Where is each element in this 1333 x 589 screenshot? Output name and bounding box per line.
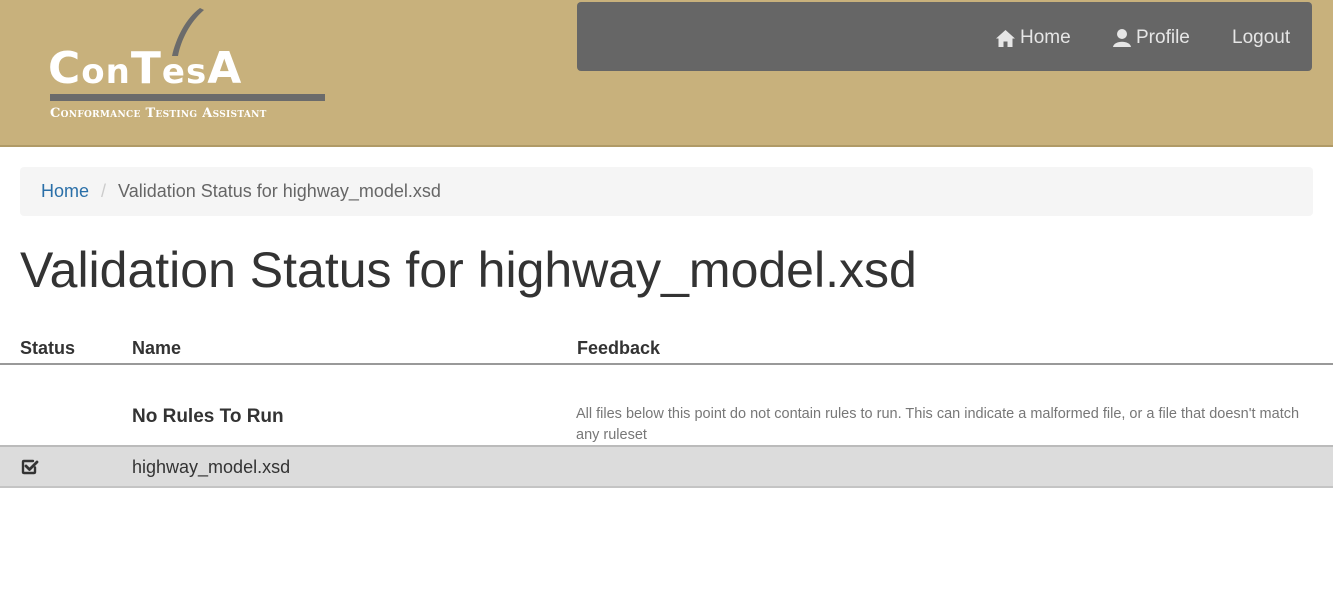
file-name[interactable]: highway_model.xsd: [132, 457, 290, 478]
page-title: Validation Status for highway_model.xsd: [20, 242, 917, 298]
column-header-status: Status: [20, 338, 76, 358]
breadcrumb: Home / Validation Status for highway_mod…: [20, 167, 1313, 216]
breadcrumb-home-link[interactable]: Home: [41, 181, 89, 202]
home-icon: [996, 29, 1015, 47]
nav-home-link[interactable]: Home: [995, 26, 1071, 50]
breadcrumb-separator: /: [101, 181, 107, 201]
table-header-row: Status Name Feedback: [0, 332, 1333, 365]
nav-home-label: Home: [1020, 27, 1071, 48]
nav-logout-link[interactable]: Logout: [1232, 26, 1290, 50]
site-header: ConTesA Conformance Testing Assistant Ho…: [0, 0, 1333, 147]
no-rules-heading: No Rules To Run: [132, 406, 284, 427]
logo-wordmark: ConTesA: [48, 43, 243, 94]
table-row[interactable]: highway_model.xsd: [0, 447, 1333, 488]
no-rules-section-row: No Rules To Run All files below this poi…: [0, 365, 1333, 447]
logo-tagline: Conformance Testing Assistant: [50, 106, 267, 121]
nav-profile-label: Profile: [1136, 27, 1190, 48]
contesa-logo[interactable]: ConTesA Conformance Testing Assistant: [48, 8, 328, 130]
column-header-name: Name: [132, 338, 182, 358]
no-rules-feedback: All files below this point do not contai…: [576, 406, 1300, 443]
breadcrumb-current: Validation Status for highway_model.xsd: [118, 181, 441, 201]
top-navbar: Home Profile Logout: [577, 2, 1312, 71]
nav-profile-link[interactable]: Profile: [1112, 26, 1190, 50]
user-icon: [1113, 29, 1131, 47]
nav-logout-label: Logout: [1232, 27, 1291, 48]
column-header-feedback: Feedback: [577, 338, 661, 358]
check-square-icon: [21, 459, 39, 475]
logo-underline: [50, 94, 325, 101]
